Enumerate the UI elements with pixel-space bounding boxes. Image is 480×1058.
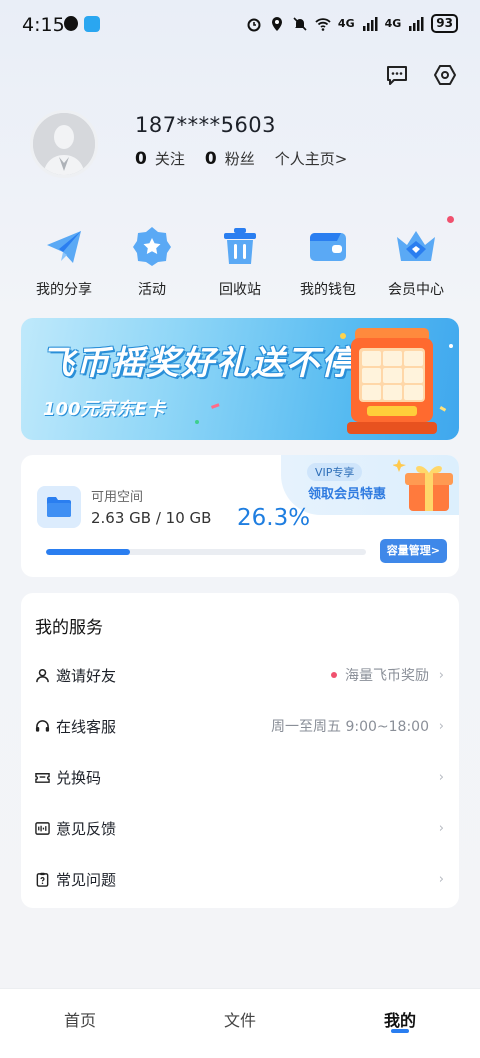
storage-progress-fill [46,549,131,555]
service-item-feedback[interactable]: 意见反馈 › [21,803,459,853]
storage-used: 2.63 GB / 10 GB [91,509,212,527]
service-label: 邀请好友 [56,666,117,685]
services-title: 我的服务 [35,618,103,638]
ticket-icon [34,769,50,785]
paper-plane-icon [47,231,81,263]
folder-icon-box [37,486,81,528]
avatar[interactable] [30,110,98,178]
star-badge-icon [133,227,171,266]
service-item-invite-friends[interactable]: 邀请好友 海量飞币奖励 › [21,650,459,700]
faq-icon [34,871,50,887]
following-label[interactable]: 关注 [155,148,185,169]
system-status: 4G 4G 93 [246,14,458,33]
notification-icons [64,16,100,32]
quick-item-member-center[interactable]: 会员中心 [372,216,460,299]
feibi-app-icon [84,16,100,32]
service-value: 周一至周五 9:00~18:00 [271,719,429,735]
quick-label: 回收站 [219,282,261,298]
personal-homepage-link[interactable]: 个人主页> [275,148,348,169]
service-label: 意见反馈 [56,819,117,838]
status-time: 4:15 [22,14,65,36]
service-label: 在线客服 [56,717,117,736]
mute-icon [293,16,307,31]
headset-icon [34,718,50,734]
chevron-right-icon: › [438,769,444,785]
quick-label: 我的分享 [36,282,92,298]
following-count[interactable]: 0 [135,149,147,169]
chevron-right-icon: › [438,718,444,734]
storage-progress-bar [46,549,366,555]
quick-label: 活动 [138,282,166,298]
crown-icon [397,231,435,261]
service-item-redeem-code[interactable]: 兑换码 › [21,752,459,802]
banner-title: 飞币摇奖好礼送不停 [41,343,356,382]
feedback-icon [34,820,50,836]
header-actions [384,62,458,88]
settings-hex-icon [434,65,456,85]
promo-banner[interactable]: 飞币摇奖好礼送不停 100元京东E卡 [21,318,459,440]
gift-icon [393,459,453,511]
signal-icon [409,16,424,31]
qq-icon [64,16,78,31]
message-icon [387,66,407,85]
service-item-faq[interactable]: 常见问题 › [21,854,459,904]
tab-files[interactable]: 文件 [200,1007,280,1031]
network-type-1: 4G [337,17,355,30]
quick-item-recycle-bin[interactable]: 回收站 [196,224,284,299]
chevron-right-icon: › [438,820,444,836]
user-icon [34,667,50,683]
slot-machine-illustration [347,328,437,434]
notification-dot [447,216,454,223]
service-label: 兑换码 [56,768,102,787]
storage-label: 可用空间 [91,490,144,505]
services-card: 我的服务 邀请好友 海量飞币奖励 › 在线客服 周一至周五 9:00~18:00… [21,593,459,908]
username[interactable]: 187****5603 [135,113,276,137]
quick-item-wallet[interactable]: 我的钱包 [284,224,372,299]
settings-button[interactable] [432,62,458,88]
vip-offer-link[interactable]: 领取会员特惠 [308,483,386,502]
location-icon [271,16,282,31]
battery-indicator: 93 [431,14,458,33]
vip-tag: VIP专享 [307,463,363,481]
storage-card[interactable]: VIP专享 领取会员特惠 可用空间 2.63 GB / 10 GB 26.3% … [21,455,459,577]
alarm-icon [247,18,261,31]
quick-item-activity[interactable]: 活动 [108,224,196,299]
active-tab-indicator [391,1029,409,1033]
wifi-icon [315,17,331,31]
folder-icon [47,497,71,517]
quick-label: 会员中心 [388,282,444,298]
service-label: 常见问题 [56,870,117,889]
banner-subtitle: 100元京东E卡 [43,399,165,420]
quick-actions: 我的分享 活动 回收站 我的钱包 会员中心 [20,216,460,299]
service-value: 海量飞币奖励 [345,668,429,684]
message-button[interactable] [384,62,410,88]
quick-item-my-shares[interactable]: 我的分享 [20,224,108,299]
notification-dot [331,672,337,678]
followers-label[interactable]: 粉丝 [225,148,255,169]
capacity-manage-button[interactable]: 容量管理> [379,539,447,563]
chevron-right-icon: › [438,871,444,887]
profile-stats: 0 关注 0 粉丝 个人主页> [135,148,347,169]
followers-count[interactable]: 0 [205,149,217,169]
service-item-online-support[interactable]: 在线客服 周一至周五 9:00~18:00 › [21,701,459,751]
signal-icon [362,16,378,31]
storage-percent: 26.3% [237,505,311,531]
chevron-right-icon: › [438,667,444,683]
tab-home[interactable]: 首页 [40,1007,120,1031]
quick-label: 我的钱包 [300,282,356,298]
trash-icon [224,228,256,264]
network-type-2: 4G [384,17,402,30]
wallet-icon [310,233,346,261]
tab-mine[interactable]: 我的 [360,1007,440,1031]
bottom-tab-bar: 首页 文件 我的 [0,988,480,1058]
default-avatar-icon [33,113,95,175]
status-bar: 4:15 4G 4G 93 [0,0,480,50]
